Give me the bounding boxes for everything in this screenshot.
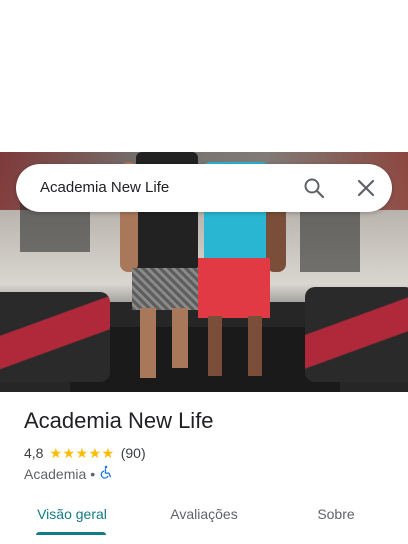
- photo-person-leg: [248, 316, 262, 376]
- tab-overview[interactable]: Visão geral: [24, 496, 120, 532]
- place-category: Academia: [24, 465, 87, 482]
- tab-bar: Visão geral Avaliações Sobre: [0, 496, 408, 536]
- photo-bench-left: [0, 292, 110, 382]
- review-count[interactable]: (90): [121, 445, 146, 461]
- close-icon[interactable]: [354, 176, 378, 200]
- search-icon[interactable]: [302, 176, 326, 200]
- star-rating-icon: ★★★★★: [49, 444, 115, 461]
- photo-person-shorts: [198, 258, 270, 318]
- photo-person-shorts: [132, 268, 198, 310]
- photo-bench-right: [305, 287, 408, 382]
- photo-mat: [70, 327, 340, 392]
- photo-person-leg: [140, 308, 156, 378]
- wheelchair-icon: [99, 465, 113, 482]
- rating-row[interactable]: 4,8 ★★★★★ (90): [24, 444, 146, 462]
- active-tab-indicator: [36, 532, 106, 535]
- search-bar[interactable]: Academia New Life: [16, 164, 392, 212]
- rating-value: 4,8: [24, 445, 44, 461]
- tab-reviews[interactable]: Avaliações: [152, 496, 256, 532]
- category-row: Academia •: [24, 465, 113, 482]
- place-title: Academia New Life: [24, 408, 214, 433]
- separator: •: [90, 465, 96, 482]
- photo-person-leg: [172, 308, 188, 368]
- tab-about[interactable]: Sobre: [296, 496, 376, 532]
- photo-person-leg: [208, 316, 222, 376]
- search-query[interactable]: Academia New Life: [40, 164, 169, 212]
